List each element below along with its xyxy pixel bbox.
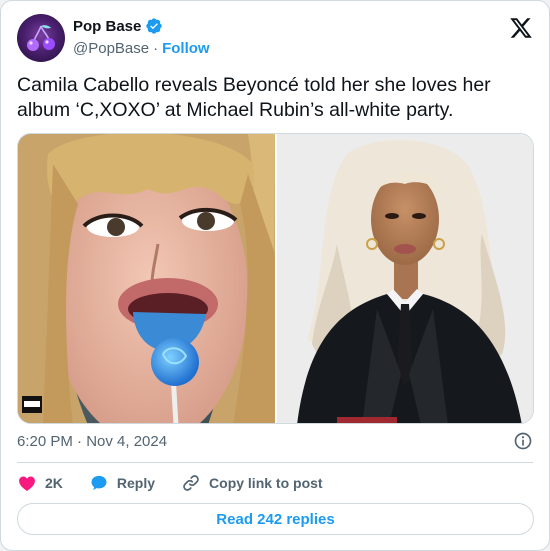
display-name[interactable]: Pop Base (73, 18, 141, 35)
read-replies-label: Read 242 replies (216, 510, 335, 528)
action-bar: 2K Reply Copy link to post (17, 471, 349, 495)
copy-link-label: Copy link to post (209, 475, 323, 491)
tweet-media (17, 133, 534, 424)
photo-right[interactable] (276, 134, 533, 423)
speech-bubble-icon (91, 475, 107, 491)
photo-right-image (276, 134, 533, 423)
separator-dot: · (153, 40, 159, 57)
link-icon (183, 475, 199, 491)
verified-badge-icon (146, 18, 163, 34)
reply-label: Reply (116, 475, 156, 491)
photo-left-image (18, 134, 275, 423)
timestamp[interactable]: 6:20 PM · Nov 4, 2024 (17, 433, 167, 450)
tweet-card: Pop Base @PopBase · Follow Camila Cabell… (0, 0, 550, 551)
follow-button[interactable]: Follow (162, 40, 210, 57)
cherry-logo-icon (27, 25, 55, 51)
tweet-text: Camila Cabello reveals Beyoncé told her … (17, 74, 491, 121)
name-row: Pop Base (73, 17, 163, 35)
like-count: 2K (45, 475, 63, 491)
copy-link-button[interactable]: Copy link to post (181, 473, 323, 493)
like-button[interactable]: 2K (17, 473, 63, 493)
divider (17, 462, 533, 463)
handle[interactable]: @PopBase (73, 40, 149, 57)
tweet-header: Pop Base @PopBase · Follow (17, 14, 533, 62)
reply-button[interactable]: Reply (89, 473, 155, 493)
x-logo-icon[interactable] (509, 16, 533, 40)
tweet-meta: 6:20 PM · Nov 4, 2024 (17, 431, 533, 453)
avatar[interactable] (17, 14, 65, 62)
handle-row: @PopBase · Follow (73, 40, 210, 57)
info-icon[interactable] (513, 431, 533, 451)
heart-icon (19, 476, 35, 491)
read-replies-button[interactable]: Read 242 replies (17, 503, 534, 535)
photo-left[interactable] (18, 134, 275, 423)
